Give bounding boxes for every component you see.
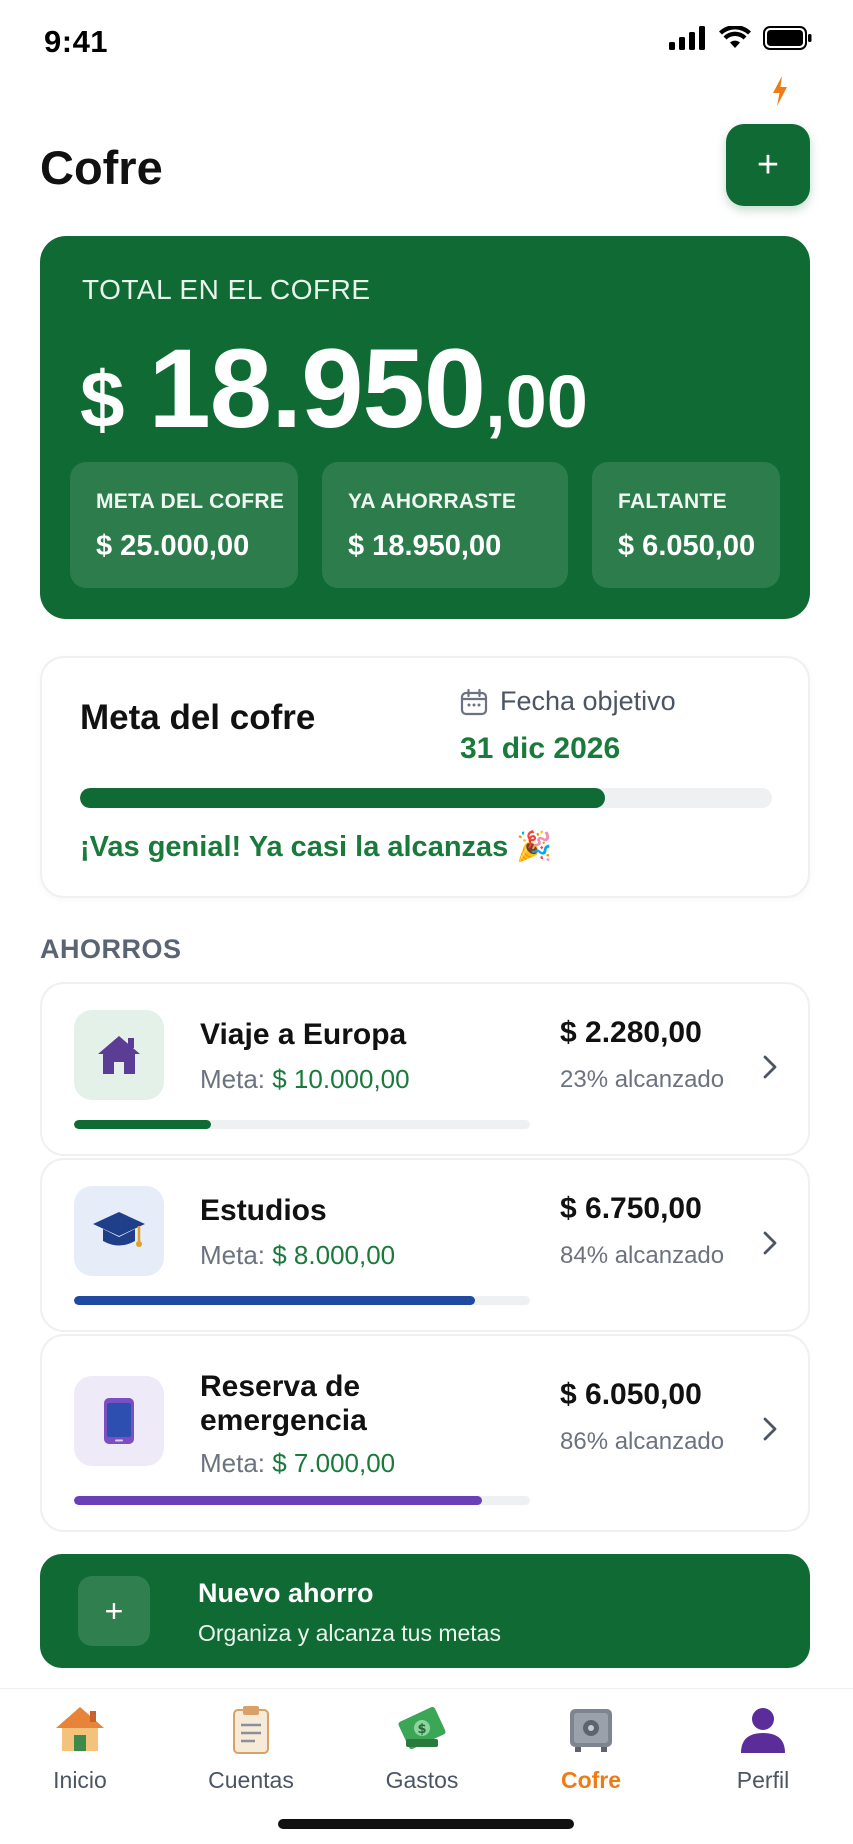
saving-progress-fill bbox=[74, 1296, 476, 1305]
saving-name: Estudios bbox=[200, 1194, 327, 1227]
signal-icon bbox=[669, 26, 705, 50]
saving-card-reserva-emergencia[interactable]: Reserva de emergencia Meta: $ 7.000,00 $… bbox=[40, 1334, 810, 1532]
total-amount-cents: ,00 bbox=[485, 360, 588, 443]
home-icon bbox=[56, 1707, 104, 1751]
new-saving-subtitle: Organiza y alcanza tus metas bbox=[198, 1620, 501, 1646]
user-icon bbox=[741, 1708, 785, 1753]
page-title: Cofre bbox=[40, 141, 163, 194]
graduation-cap-icon bbox=[93, 1212, 145, 1247]
saving-icon-box bbox=[74, 1010, 164, 1100]
battery-icon bbox=[763, 26, 812, 50]
calendar-icon bbox=[460, 688, 488, 715]
saving-goal: Meta: $ 8.000,00 bbox=[200, 1240, 395, 1271]
nav-label: Cofre bbox=[560, 1767, 622, 1793]
saving-goal-prefix: Meta: bbox=[200, 1240, 273, 1270]
total-currency: $ bbox=[80, 355, 125, 444]
new-saving-title: Nuevo ahorro bbox=[198, 1578, 374, 1608]
money-icon: $ bbox=[398, 1706, 446, 1750]
stat-saved: YA AHORRASTE $ 18.950,00 bbox=[322, 462, 568, 588]
chevron-right-icon[interactable] bbox=[762, 1230, 778, 1256]
saving-progress-bar bbox=[74, 1120, 530, 1129]
nav-label: Cuentas bbox=[208, 1767, 294, 1793]
goal-message: ¡Vas genial! Ya casi la alcanzas 🎉 bbox=[80, 831, 553, 863]
stat-value: $ 18.950,00 bbox=[348, 530, 502, 562]
nav-item-inicio[interactable]: Inicio bbox=[5, 1703, 155, 1794]
stat-remaining: FALTANTE $ 6.050,00 bbox=[592, 462, 780, 588]
nav-label: Perfil bbox=[736, 1767, 790, 1793]
saving-progress-fill bbox=[74, 1120, 211, 1129]
wifi-icon bbox=[719, 26, 751, 48]
saving-card-estudios[interactable]: Estudios Meta: $ 8.000,00 $ 6.750,00 84%… bbox=[40, 1158, 810, 1332]
date-label: Fecha objetivo bbox=[500, 686, 676, 716]
saving-amount: $ 6.750,00 bbox=[560, 1192, 702, 1225]
phone-icon bbox=[104, 1398, 134, 1444]
saving-goal-amount: $ 8.000,00 bbox=[272, 1240, 396, 1270]
status-icons bbox=[669, 26, 813, 50]
saving-amount: $ 6.050,00 bbox=[560, 1378, 702, 1411]
goal-title: Meta del cofre bbox=[80, 698, 316, 737]
nav-label: Inicio bbox=[53, 1767, 107, 1793]
stat-goal: META DEL COFRE $ 25.000,00 bbox=[70, 462, 298, 588]
home-indicator bbox=[278, 1819, 574, 1829]
saving-card-viaje-europa[interactable]: Viaje a Europa Meta: $ 10.000,00 $ 2.280… bbox=[40, 982, 810, 1156]
lightning-icon bbox=[773, 76, 787, 106]
saving-name: Viaje a Europa bbox=[200, 1018, 407, 1051]
status-bar: 9:41 bbox=[0, 0, 853, 90]
total-amount: $ 18.950 ,00 bbox=[80, 324, 588, 453]
saving-goal: Meta: $ 10.000,00 bbox=[200, 1064, 410, 1095]
saving-progress-bar bbox=[74, 1296, 530, 1305]
saving-goal-prefix: Meta: bbox=[200, 1064, 273, 1094]
plus-icon: + bbox=[78, 1576, 150, 1646]
total-card: TOTAL EN EL COFRE $ 18.950 ,00 META DEL … bbox=[40, 236, 810, 619]
saving-goal: Meta: $ 7.000,00 bbox=[200, 1448, 395, 1479]
nav-item-gastos[interactable]: $ Gastos bbox=[347, 1703, 497, 1794]
goal-card[interactable]: Meta del cofre Fecha objetivo 31 dic 202… bbox=[40, 656, 810, 898]
saving-percent: 84% alcanzado bbox=[560, 1242, 725, 1269]
svg-text:$: $ bbox=[417, 1722, 426, 1737]
safe-icon bbox=[570, 1709, 612, 1752]
new-saving-button[interactable]: + Nuevo ahorro Organiza y alcanza tus me… bbox=[40, 1554, 810, 1668]
chevron-right-icon[interactable] bbox=[762, 1054, 778, 1080]
date-value: 31 dic 2026 bbox=[460, 732, 621, 765]
section-title-savings: AHORROS bbox=[40, 934, 182, 964]
saving-percent: 86% alcanzado bbox=[560, 1428, 725, 1455]
nav-item-cofre[interactable]: Cofre bbox=[516, 1703, 666, 1794]
stat-value: $ 6.050,00 bbox=[618, 530, 756, 562]
saving-icon-box bbox=[74, 1376, 164, 1466]
status-time: 9:41 bbox=[44, 24, 109, 59]
nav-item-perfil[interactable]: Perfil bbox=[688, 1703, 838, 1794]
saving-percent: 23% alcanzado bbox=[560, 1066, 725, 1093]
stat-label: FALTANTE bbox=[618, 490, 727, 513]
date-label-row: Fecha objetivo bbox=[460, 686, 676, 717]
saving-name: Reserva de emergencia bbox=[200, 1370, 367, 1437]
stat-label: YA AHORRASTE bbox=[348, 490, 517, 513]
saving-goal-prefix: Meta: bbox=[200, 1448, 273, 1478]
stat-label: META DEL COFRE bbox=[96, 490, 285, 513]
saving-goal-amount: $ 7.000,00 bbox=[272, 1448, 396, 1478]
saving-goal-amount: $ 10.000,00 bbox=[272, 1064, 410, 1094]
saving-icon-box bbox=[74, 1186, 164, 1276]
stat-value: $ 25.000,00 bbox=[96, 530, 250, 562]
goal-progress-fill bbox=[80, 788, 605, 808]
plus-icon: + bbox=[756, 144, 780, 186]
nav-label: Gastos bbox=[385, 1767, 459, 1793]
add-button[interactable]: + bbox=[726, 124, 810, 206]
total-amount-main: 18.950 bbox=[148, 326, 487, 451]
clipboard-icon bbox=[233, 1706, 269, 1754]
total-label: TOTAL EN EL COFRE bbox=[82, 274, 371, 305]
goal-progress-bar bbox=[80, 788, 772, 808]
saving-progress-bar bbox=[74, 1496, 530, 1505]
chevron-right-icon[interactable] bbox=[762, 1416, 778, 1442]
saving-amount: $ 2.280,00 bbox=[560, 1016, 702, 1049]
saving-progress-fill bbox=[74, 1496, 483, 1505]
nav-item-cuentas[interactable]: Cuentas bbox=[176, 1703, 326, 1794]
house-icon bbox=[98, 1036, 140, 1074]
